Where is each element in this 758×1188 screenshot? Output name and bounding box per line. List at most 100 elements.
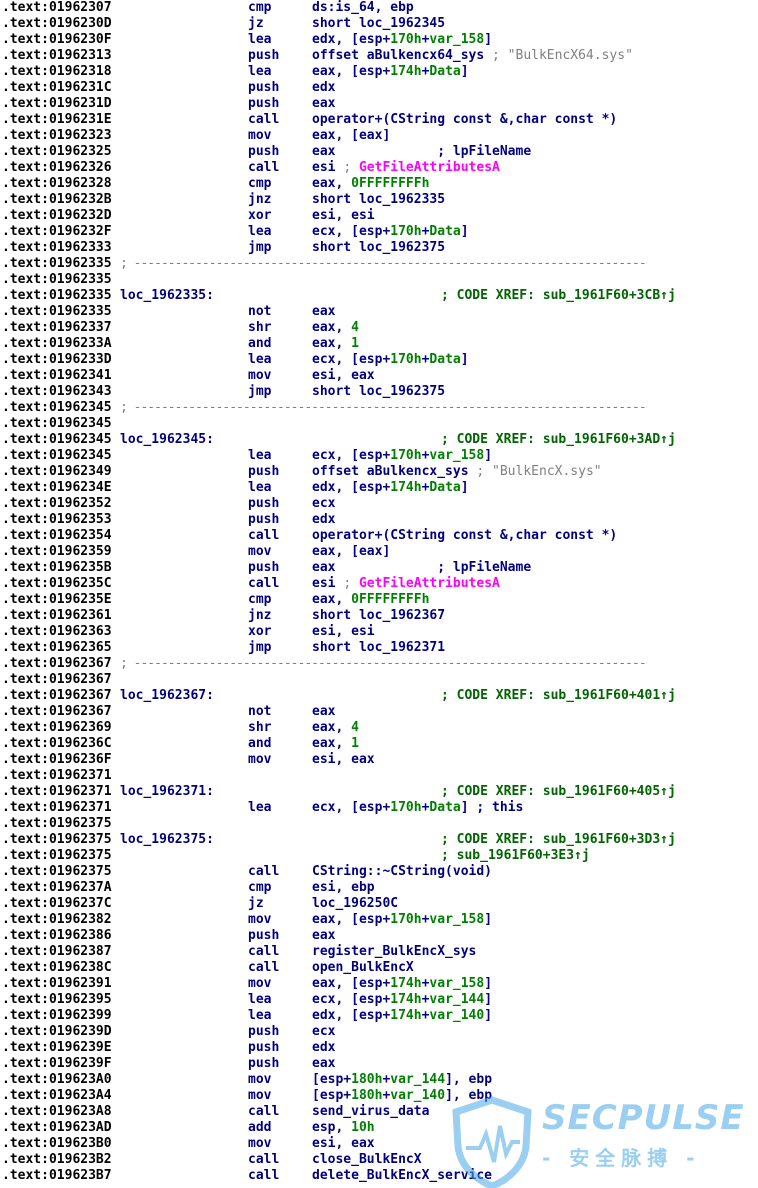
code-label[interactable]: loc_1962367: [120,688,214,704]
code-line[interactable]: .text:01962367 ; ------------------------… [0,656,758,672]
code-line[interactable]: .text:01962335 [0,272,758,288]
code-line[interactable]: .text:01962343 jmp short loc_1962375 [0,384,758,400]
code-line[interactable]: .text:0196231D push eax [0,96,758,112]
code-line[interactable]: .text:01962375 loc_1962375: ; CODE XREF: s… [0,832,758,848]
code-line[interactable]: .text:01962341 mov esi, eax [0,368,758,384]
stack-variable[interactable]: var_158 [429,976,484,991]
code-line[interactable]: .text:01962345 ; ------------------------… [0,400,758,416]
line-address: .text:01962371 [2,784,112,799]
code-line[interactable]: .text:0196239D push ecx [0,1024,758,1040]
code-line[interactable]: .text:01962382 mov eax, [esp+170h+var_158] [0,912,758,928]
code-line[interactable]: .text:01962335 ; ------------------------… [0,256,758,272]
code-line[interactable]: .text:01962353 push edx [0,512,758,528]
code-line[interactable]: .text:01962361 jnz short loc_1962367 [0,608,758,624]
stack-variable[interactable]: var_140 [429,1008,484,1023]
code-line[interactable]: .text:01962354 call operator+(CString cons… [0,528,758,544]
code-line[interactable]: .text:0196232B jnz short loc_1962335 [0,192,758,208]
code-line[interactable]: .text:0196230F lea edx, [esp+170h+var_158] [0,32,758,48]
code-line[interactable]: .text:01962375 [0,816,758,832]
code-line[interactable]: .text:01962345 lea ecx, [esp+170h+var_158] [0,448,758,464]
api-name[interactable]: GetFileAttributesA [359,576,500,591]
code-line[interactable]: .text:01962365 jmp short loc_1962371 [0,640,758,656]
code-line[interactable]: .text:0196238C call open_BulkEncX [0,960,758,976]
stack-variable[interactable]: var_158 [429,448,484,463]
code-line[interactable]: .text:0196233A and eax, 1 [0,336,758,352]
stack-variable[interactable]: var_158 [429,32,484,47]
code-line[interactable]: .text:0196232D xor esi, esi [0,208,758,224]
code-line[interactable]: .text:01962323 mov eax, [eax] [0,128,758,144]
code-line[interactable]: .text:01962345 [0,416,758,432]
code-line[interactable]: .text:0196235C call esi ; GetFileAttribute… [0,576,758,592]
code-line[interactable]: .text:01962371 [0,768,758,784]
xref-comment[interactable]: ; CODE XREF: sub_1961F60+3AD↑j [441,432,676,448]
code-line[interactable]: .text:01962335 not eax [0,304,758,320]
code-line[interactable]: .text:01962375 call CString::~CString(void… [0,864,758,880]
operand-text: short loc_1962375 [312,384,446,399]
code-line[interactable]: .text:0196233D lea ecx, [esp+170h+Data] [0,352,758,368]
stack-variable[interactable]: Data [429,352,460,367]
code-line[interactable]: .text:01962328 cmp eax, 0FFFFFFFFh [0,176,758,192]
code-line[interactable]: .text:0196239E push edx [0,1040,758,1056]
xref-comment[interactable]: ; sub_1961F60+3E3↑j [441,848,590,864]
code-line[interactable]: .text:0196236C and eax, 1 [0,736,758,752]
xref-comment[interactable]: ; CODE XREF: sub_1961F60+401↑j [441,688,676,704]
code-line[interactable]: .text:0196232F lea ecx, [esp+170h+Data] [0,224,758,240]
api-name[interactable]: GetFileAttributesA [359,160,500,175]
stack-variable[interactable]: var_144 [429,992,484,1007]
xref-comment[interactable]: ; CODE XREF: sub_1961F60+3D3↑j [441,832,676,848]
stack-variable[interactable]: var_158 [429,912,484,927]
code-label[interactable]: loc_1962335: [120,288,214,304]
code-line[interactable]: .text:01962352 push ecx [0,496,758,512]
code-line[interactable]: .text:01962367 [0,672,758,688]
code-label[interactable]: loc_1962371: [120,784,214,800]
code-line[interactable]: .text:0196237C jz loc_196250C [0,896,758,912]
stack-variable[interactable]: Data [429,480,460,495]
code-line[interactable]: .text:01962359 mov eax, [eax] [0,544,758,560]
code-line[interactable]: .text:019623A0 mov [esp+180h+var_144], ebp [0,1072,758,1088]
code-line[interactable]: .text:0196231E call operator+(CString cons… [0,112,758,128]
operand-text: ecx, [esp+ [312,800,391,815]
code-line[interactable]: .text:01962318 lea eax, [esp+174h+Data] [0,64,758,80]
code-line[interactable]: .text:01962313 push offset aBulkencx64_sys… [0,48,758,64]
code-line[interactable]: .text:01962386 push eax [0,928,758,944]
code-line[interactable]: .text:01962371 lea ecx, [esp+170h+Data] ; … [0,800,758,816]
code-line[interactable]: .text:01962399 lea edx, [esp+174h+var_140] [0,1008,758,1024]
stack-variable[interactable]: Data [429,64,460,79]
code-line[interactable]: .text:0196234E lea edx, [esp+174h+Data] [0,480,758,496]
mnemonic: call [248,1152,280,1167]
code-line[interactable]: .text:01962369 shr eax, 4 [0,720,758,736]
code-line[interactable]: .text:01962367 loc_1962367: ; CODE XREF: s… [0,688,758,704]
code-line[interactable]: .text:01962337 shr eax, 4 [0,320,758,336]
code-line[interactable]: .text:01962326 call esi ; GetFileAttribute… [0,160,758,176]
code-line[interactable]: .text:01962375 ; sub_1961F60+3E3↑j [0,848,758,864]
numeric-constant: 174h [390,992,422,1007]
code-line[interactable]: .text:0196231C push edx [0,80,758,96]
code-line[interactable]: .text:0196235E cmp eax, 0FFFFFFFFh [0,592,758,608]
code-line[interactable]: .text:01962363 xor esi, esi [0,624,758,640]
code-line[interactable]: .text:0196230D jz short loc_1962345 [0,16,758,32]
xref-comment[interactable]: ; CODE XREF: sub_1961F60+405↑j [441,784,676,800]
mnemonic: cmp [248,880,272,895]
code-line[interactable]: .text:0196235B push eax ; lpFileName [0,560,758,576]
stack-variable[interactable]: var_144 [390,1072,445,1087]
code-line[interactable]: .text:01962333 jmp short loc_1962375 [0,240,758,256]
stack-variable[interactable]: Data [429,224,460,239]
code-line[interactable]: .text:0196237A cmp esi, ebp [0,880,758,896]
code-line[interactable]: .text:01962307 cmp ds:is_64, ebp [0,0,758,16]
code-line[interactable]: .text:01962387 call register_BulkEncX_sys [0,944,758,960]
code-line[interactable]: .text:01962345 loc_1962345: ; CODE XREF: s… [0,432,758,448]
code-line[interactable]: .text:01962371 loc_1962371: ; CODE XREF: s… [0,784,758,800]
code-line[interactable]: .text:01962367 not eax [0,704,758,720]
code-label[interactable]: loc_1962375: [120,832,214,848]
code-label[interactable]: loc_1962345: [120,432,214,448]
code-line[interactable]: .text:0196236F mov esi, eax [0,752,758,768]
code-line[interactable]: .text:01962395 lea ecx, [esp+174h+var_144] [0,992,758,1008]
stack-variable[interactable]: Data [429,800,460,815]
code-line[interactable]: .text:01962391 mov eax, [esp+174h+var_158] [0,976,758,992]
stack-variable[interactable]: var_140 [390,1088,445,1103]
code-line[interactable]: .text:01962325 push eax ; lpFileName [0,144,758,160]
code-line[interactable]: .text:01962335 loc_1962335: ; CODE XREF: s… [0,288,758,304]
xref-comment[interactable]: ; CODE XREF: sub_1961F60+3CB↑j [441,288,676,304]
code-line[interactable]: .text:0196239F push eax [0,1056,758,1072]
code-line[interactable]: .text:01962349 push offset aBulkencx_sys ;… [0,464,758,480]
